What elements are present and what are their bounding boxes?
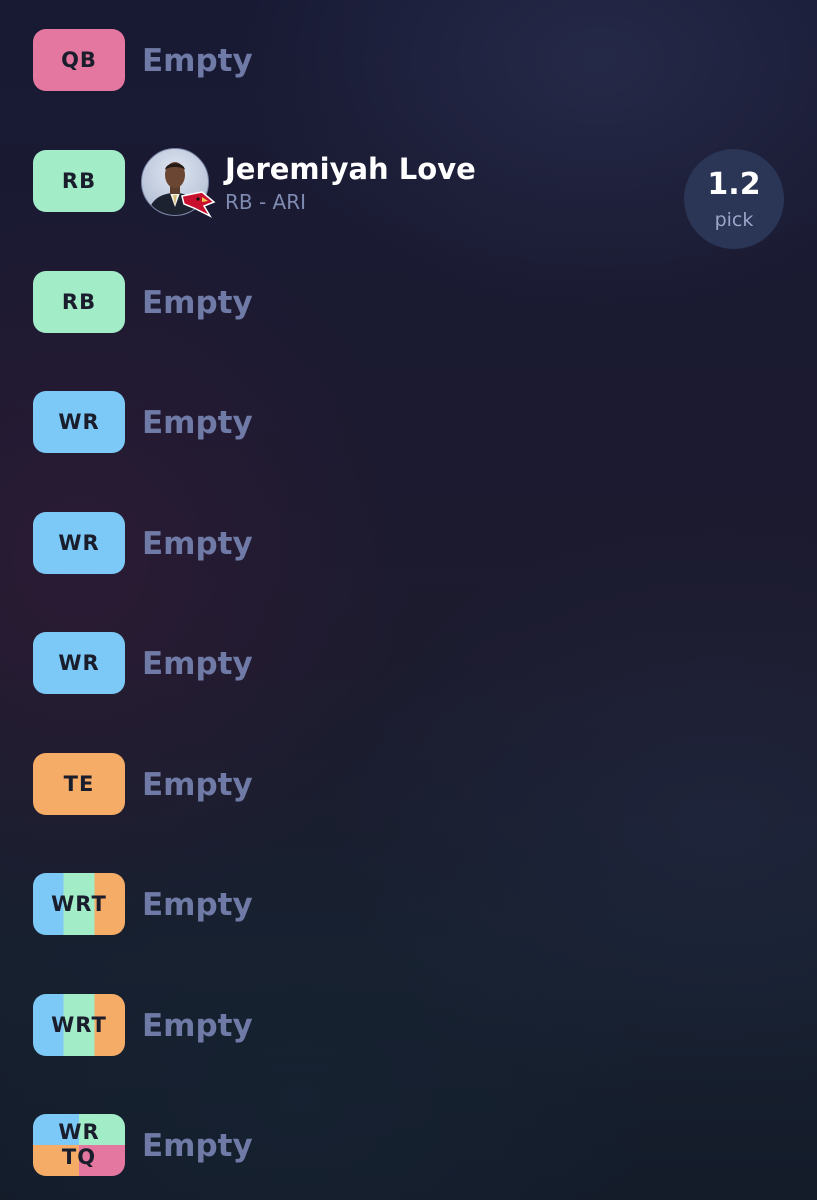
player-position-team: RB - ARI bbox=[225, 190, 307, 214]
empty-label: Empty bbox=[142, 887, 253, 923]
empty-label: Empty bbox=[142, 646, 253, 682]
pick-number: 1.2 bbox=[707, 167, 761, 202]
player-name[interactable]: Jeremiyah Love bbox=[225, 152, 476, 186]
position-badge-rb: RB bbox=[33, 150, 125, 212]
pick-label: pick bbox=[714, 209, 754, 231]
position-label: WR bbox=[58, 410, 100, 434]
roster-slot-qb[interactable]: QB Empty bbox=[0, 29, 817, 93]
roster-slot-wr[interactable]: WR Empty bbox=[0, 512, 817, 576]
empty-label: Empty bbox=[142, 1128, 253, 1164]
pick-indicator: 1.2 pick bbox=[684, 149, 784, 249]
roster-slot-te[interactable]: TE Empty bbox=[0, 753, 817, 817]
roster-slot-flex[interactable]: WRT Empty bbox=[0, 873, 817, 937]
roster-slot-flex[interactable]: WRT Empty bbox=[0, 994, 817, 1058]
position-badge-wr: WR bbox=[33, 512, 125, 574]
position-label-line-2: TQ bbox=[61, 1145, 97, 1169]
position-label: RB bbox=[61, 169, 97, 193]
roster-slot-rb[interactable]: RB Empty bbox=[0, 271, 817, 335]
position-badge-wr: WR bbox=[33, 632, 125, 694]
empty-label: Empty bbox=[142, 526, 253, 562]
position-badge-wr: WR bbox=[33, 391, 125, 453]
position-badge-te: TE bbox=[33, 753, 125, 815]
roster-slot-wr[interactable]: WR Empty bbox=[0, 632, 817, 696]
position-label: WRT bbox=[51, 1013, 107, 1037]
roster-slot-rb-filled[interactable]: RB Jeremiyah Love RB - ARI 1.2 pick bbox=[0, 148, 817, 249]
roster-slot-wr[interactable]: WR Empty bbox=[0, 391, 817, 455]
empty-label: Empty bbox=[142, 1008, 253, 1044]
position-badge-superflex: WR TQ bbox=[33, 1114, 125, 1176]
position-label: WR bbox=[58, 531, 100, 555]
roster-list: QB Empty RB Jeremiyah Love RB - ARI 1.2 bbox=[0, 0, 817, 1200]
position-label: TE bbox=[63, 772, 95, 796]
cardinals-logo-icon bbox=[181, 191, 216, 218]
position-badge-flex: WRT bbox=[33, 994, 125, 1056]
position-badge-qb: QB bbox=[33, 29, 125, 91]
empty-label: Empty bbox=[142, 405, 253, 441]
empty-label: Empty bbox=[142, 767, 253, 803]
position-label: QB bbox=[61, 48, 97, 72]
roster-slot-superflex[interactable]: WR TQ Empty bbox=[0, 1114, 817, 1178]
position-badge-rb: RB bbox=[33, 271, 125, 333]
position-label-line-1: WR bbox=[58, 1120, 100, 1144]
position-label: WR bbox=[58, 651, 100, 675]
empty-label: Empty bbox=[142, 43, 253, 79]
empty-label: Empty bbox=[142, 285, 253, 321]
position-badge-flex: WRT bbox=[33, 873, 125, 935]
position-label: RB bbox=[61, 290, 97, 314]
position-label: WRT bbox=[51, 892, 107, 916]
